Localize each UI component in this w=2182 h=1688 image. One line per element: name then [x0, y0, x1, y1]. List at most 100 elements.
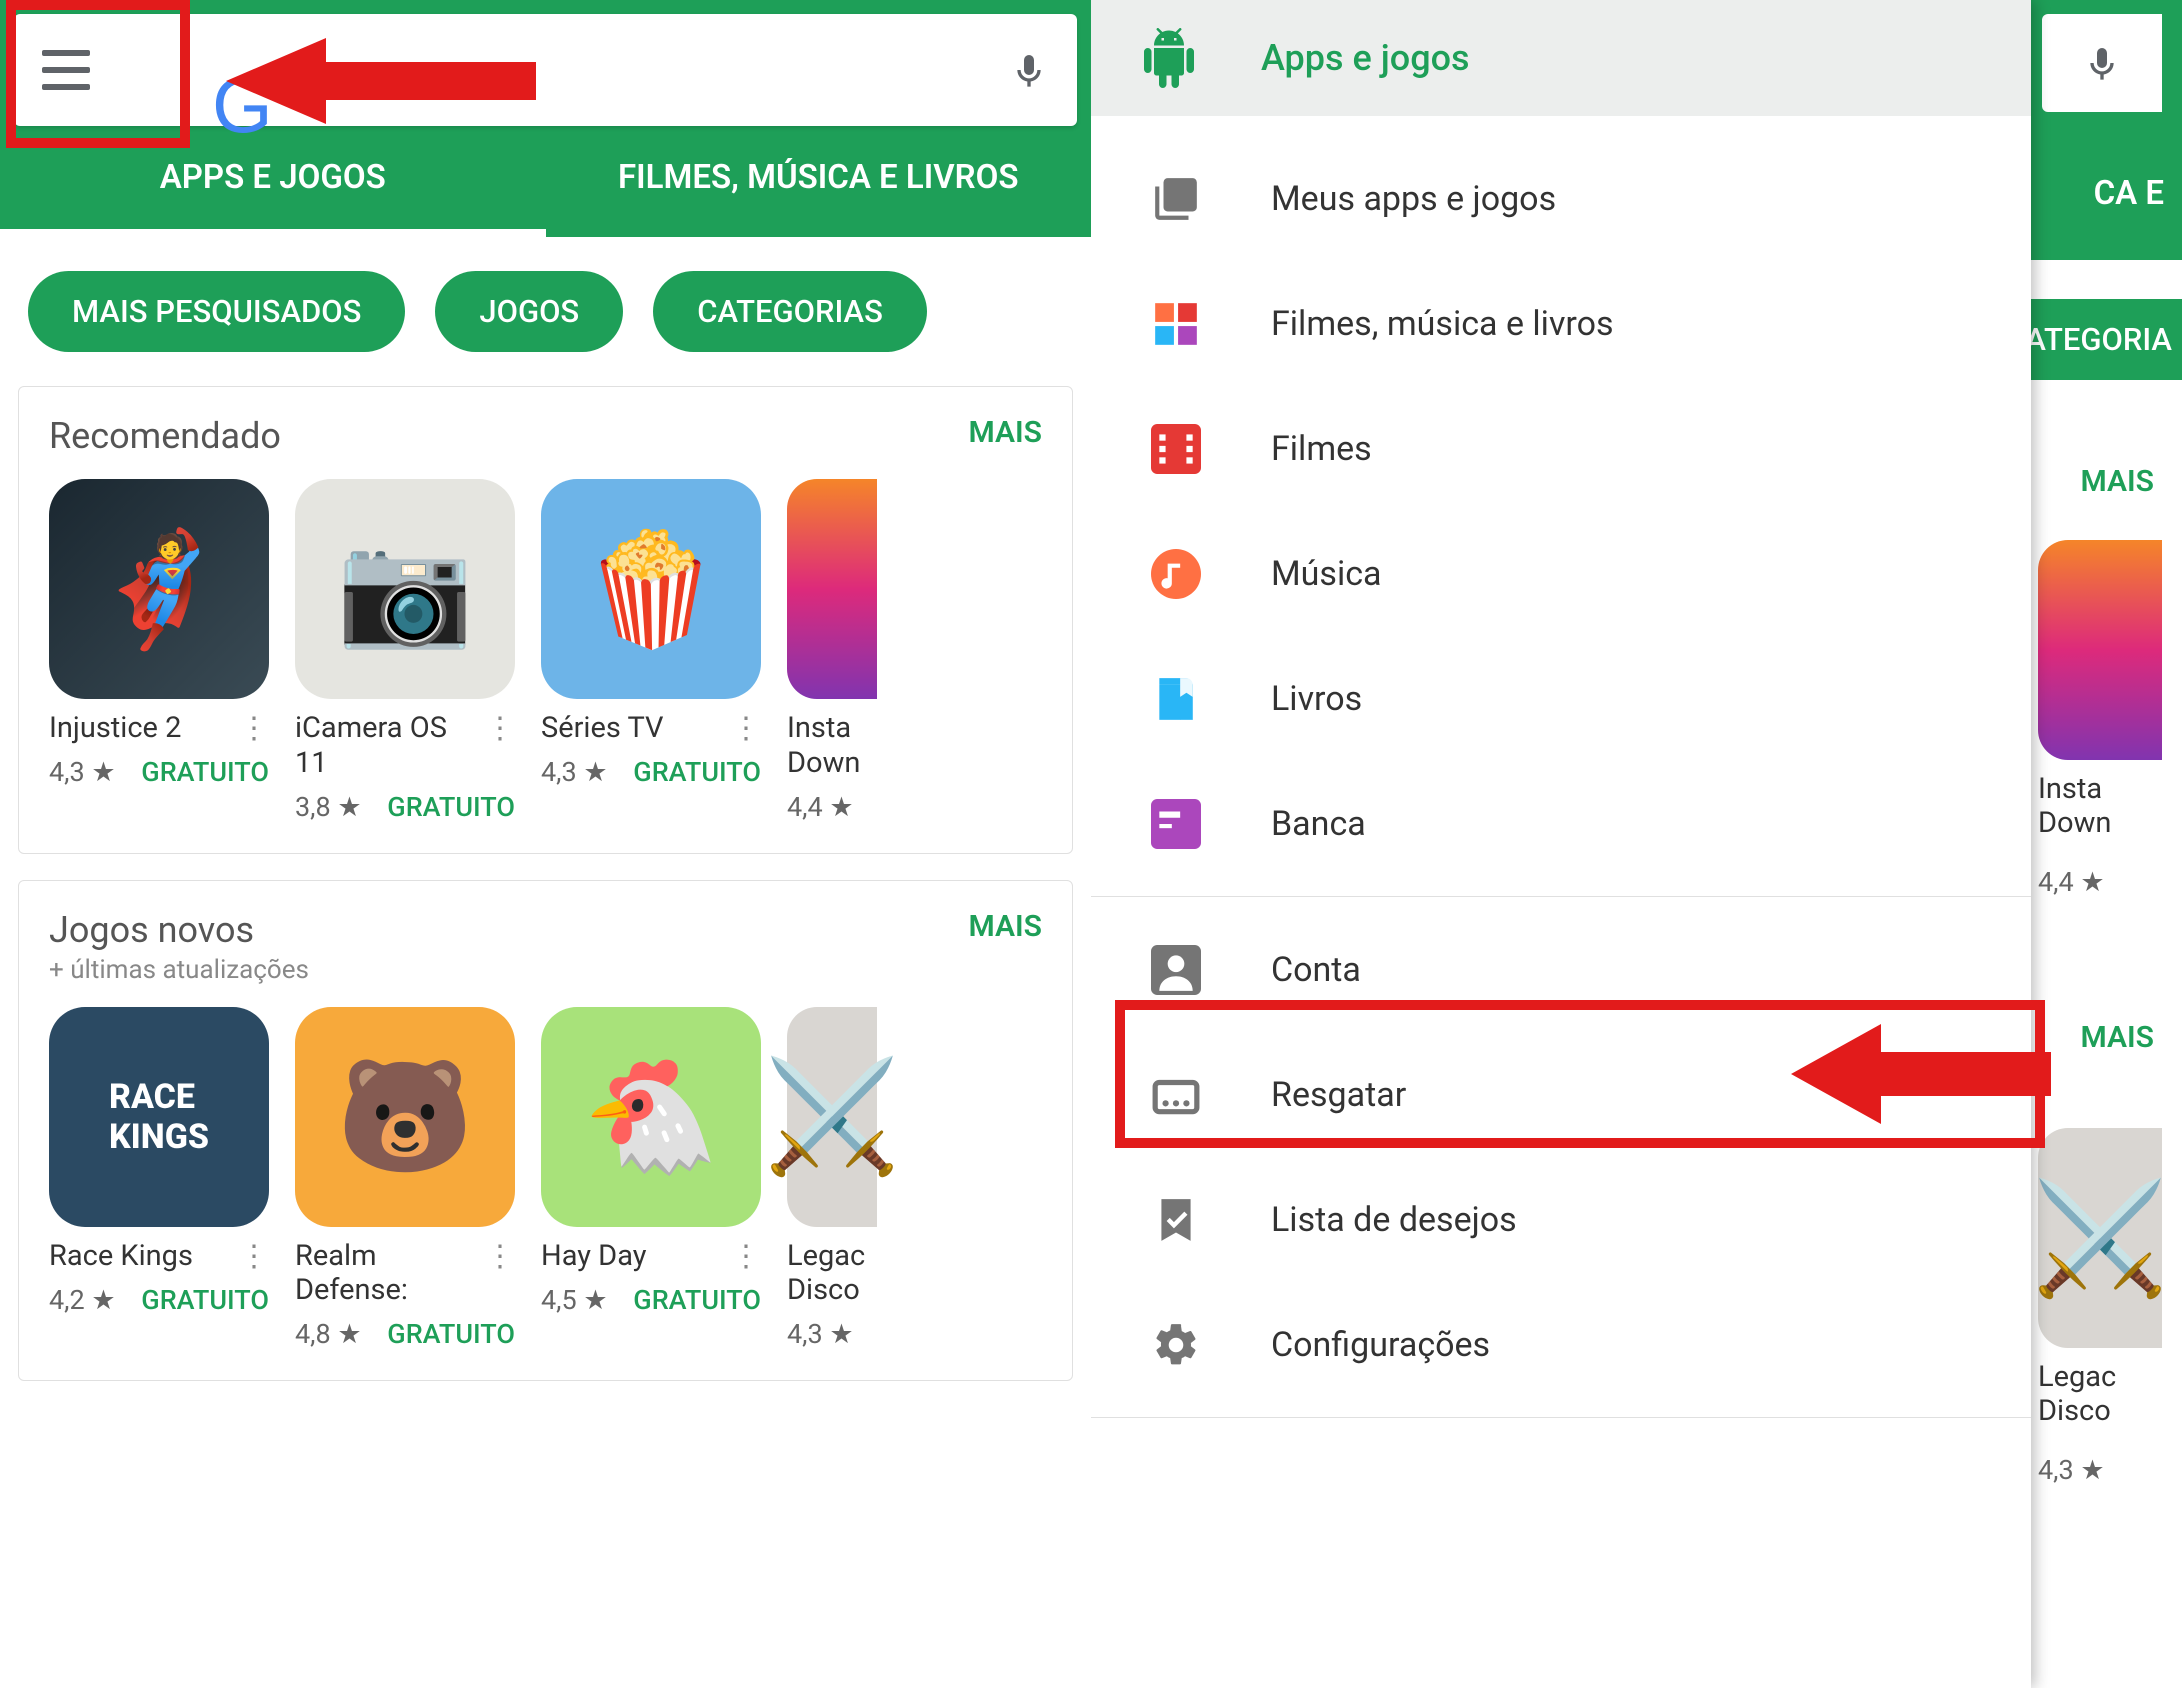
voice-search-icon[interactable]: [1009, 40, 1049, 100]
app-icon: 🦸: [49, 479, 269, 699]
app-card[interactable]: 📷 iCamera OS 11⋮ 3,8 ★ GRATUITO: [295, 479, 515, 823]
section-title: Recomendado: [49, 415, 281, 457]
app-row: 🦸 Injustice 2⋮ 4,3 ★GRATUITO 📷 iCamera O…: [19, 465, 1072, 853]
android-icon: [1139, 28, 1199, 88]
drawer-item-settings[interactable]: Configurações: [1091, 1282, 2031, 1407]
app-card[interactable]: 🐻 Realm Defense:⋮ 4,8 ★GRATUITO: [295, 1007, 515, 1351]
drawer-item-newsstand[interactable]: Banca: [1091, 761, 2031, 886]
drawer-item-wishlist[interactable]: Lista de desejos: [1091, 1157, 2031, 1282]
drawer-item-label: Filmes, música e livros: [1271, 304, 1614, 344]
drawer-item-my-apps[interactable]: Meus apps e jogos: [1091, 136, 2031, 261]
more-link[interactable]: MAIS: [2081, 464, 2154, 499]
chip-most-searched[interactable]: MAIS PESQUISADOS: [28, 271, 405, 352]
drawer-item-label: Configurações: [1271, 1325, 1490, 1365]
drawer-item-books[interactable]: Livros: [1091, 636, 2031, 761]
book-icon: [1149, 672, 1203, 726]
app-price: GRATUITO: [633, 1284, 761, 1316]
section-new-games: Jogos novos + últimas atualizações MAIS …: [18, 880, 1073, 1382]
overflow-icon[interactable]: ⋮: [725, 1239, 761, 1274]
app-rating: 4,2 ★: [49, 1284, 116, 1316]
search-bar[interactable]: G: [14, 14, 1077, 126]
tab-apps-games[interactable]: APPS E JOGOS: [0, 126, 546, 237]
chip-categories[interactable]: CATEGORIAS: [653, 271, 927, 352]
section-title: Jogos novos: [49, 909, 309, 951]
drawer-item-movies[interactable]: Filmes: [1091, 386, 2031, 511]
navigation-drawer: Apps e jogos Meus apps e jogos: [1091, 0, 2031, 1688]
app-card[interactable]: 🍿 Séries TV⋮ 4,3 ★GRATUITO: [541, 479, 761, 823]
overflow-icon[interactable]: ⋮: [233, 711, 269, 746]
app-icon: ⚔️: [2038, 1128, 2162, 1348]
music-icon: [1149, 547, 1203, 601]
more-link[interactable]: MAIS: [969, 909, 1042, 944]
app-card[interactable]: ⚔️ Legac Disco 4,3 ★: [787, 1007, 877, 1351]
drawer-item-label: Meus apps e jogos: [1271, 179, 1556, 219]
app-name: Realm Defense:: [295, 1239, 479, 1309]
drawer-item-label: Conta: [1271, 950, 1361, 990]
app-icon: 📷: [295, 479, 515, 699]
more-link[interactable]: MAIS: [969, 415, 1042, 450]
voice-search-icon[interactable]: [2082, 33, 2122, 93]
app-icon: RACEKINGS: [49, 1007, 269, 1227]
app-card[interactable]: 🦸 Injustice 2⋮ 4,3 ★ GRATUITO: [49, 479, 269, 823]
library-icon: [1149, 172, 1203, 226]
divider: [1091, 1417, 2031, 1418]
app-price: GRATUITO: [141, 1284, 269, 1316]
drawer-item-label: Lista de desejos: [1271, 1200, 1517, 1240]
app-rating: 3,8 ★: [295, 791, 362, 823]
overflow-icon[interactable]: ⋮: [479, 1239, 515, 1274]
app-name: Legac Disco: [2038, 1360, 2168, 1428]
drawer-item-label: Filmes: [1271, 429, 1372, 469]
drawer-item-media[interactable]: Filmes, música e livros: [1091, 261, 2031, 386]
redeem-icon: [1149, 1068, 1203, 1122]
settings-icon: [1149, 1318, 1203, 1372]
app-rating: 4,3 ★: [49, 756, 116, 788]
app-rating: 4,3 ★: [787, 1318, 854, 1350]
app-rating: 4,8 ★: [295, 1318, 362, 1350]
drawer-list: Meus apps e jogos Filmes, música e livro…: [1091, 116, 2031, 1418]
app-card[interactable]: Insta Down 4,4 ★: [2038, 540, 2168, 898]
drawer-item-redeem[interactable]: Resgatar: [1091, 1032, 2031, 1157]
app-card[interactable]: ⚔️ Legac Disco 4,3 ★: [2038, 1128, 2168, 1486]
drawer-item-label: Música: [1271, 554, 1382, 594]
app-name: Injustice 2: [49, 711, 233, 746]
drawer-item-account[interactable]: Conta: [1091, 907, 2031, 1032]
drawer-header-label: Apps e jogos: [1261, 37, 1470, 79]
chip-games[interactable]: JOGOS: [435, 271, 623, 352]
tab-movies-music-books[interactable]: FILMES, MÚSICA E LIVROS: [546, 126, 1092, 237]
account-icon: [1149, 943, 1203, 997]
app-icon: [2038, 540, 2162, 760]
app-card[interactable]: RACEKINGS Race Kings⋮ 4,2 ★ GRATUITO: [49, 1007, 269, 1351]
more-link[interactable]: MAIS: [2081, 1020, 2154, 1055]
app-name: iCamera OS 11: [295, 711, 479, 781]
tab-fragment: CA E: [2022, 126, 2182, 260]
app-name: Race Kings: [49, 1239, 233, 1274]
overflow-icon[interactable]: ⋮: [725, 711, 761, 746]
drawer-item-music[interactable]: Música: [1091, 511, 2031, 636]
menu-icon[interactable]: [42, 50, 90, 90]
overflow-icon[interactable]: ⋮: [233, 1239, 269, 1274]
primary-tabs: APPS E JOGOS FILMES, MÚSICA E LIVROS: [0, 126, 1091, 237]
overflow-icon[interactable]: ⋮: [479, 711, 515, 746]
app-icon: 🐔: [541, 1007, 761, 1227]
filter-chips: MAIS PESQUISADOS JOGOS CATEGORIAS: [0, 237, 1091, 386]
drawer-item-label: Resgatar: [1271, 1075, 1406, 1115]
news-icon: [1149, 797, 1203, 851]
app-rating: 4,4 ★: [787, 791, 854, 823]
app-price: GRATUITO: [633, 756, 761, 788]
app-icon: ⚔️: [787, 1007, 877, 1227]
divider: [1091, 896, 2031, 897]
google-logo-fragment: G: [212, 60, 273, 151]
app-card[interactable]: Insta Down 4,4 ★: [787, 479, 877, 823]
app-rating: 4,5 ★: [541, 1284, 608, 1316]
drawer-header[interactable]: Apps e jogos: [1091, 0, 2031, 116]
drawer-item-label: Banca: [1271, 804, 1366, 844]
app-rating: 4,3 ★: [541, 756, 608, 788]
app-name: Insta Down: [2038, 772, 2168, 840]
app-price: GRATUITO: [387, 791, 515, 823]
app-name: Legac Disco: [787, 1239, 877, 1309]
film-icon: [1149, 422, 1203, 476]
app-card[interactable]: 🐔 Hay Day⋮ 4,5 ★GRATUITO: [541, 1007, 761, 1351]
app-price: GRATUITO: [141, 756, 269, 788]
section-recommended: Recomendado MAIS 🦸 Injustice 2⋮ 4,3 ★GRA…: [18, 386, 1073, 854]
drawer-item-label: Livros: [1271, 679, 1362, 719]
